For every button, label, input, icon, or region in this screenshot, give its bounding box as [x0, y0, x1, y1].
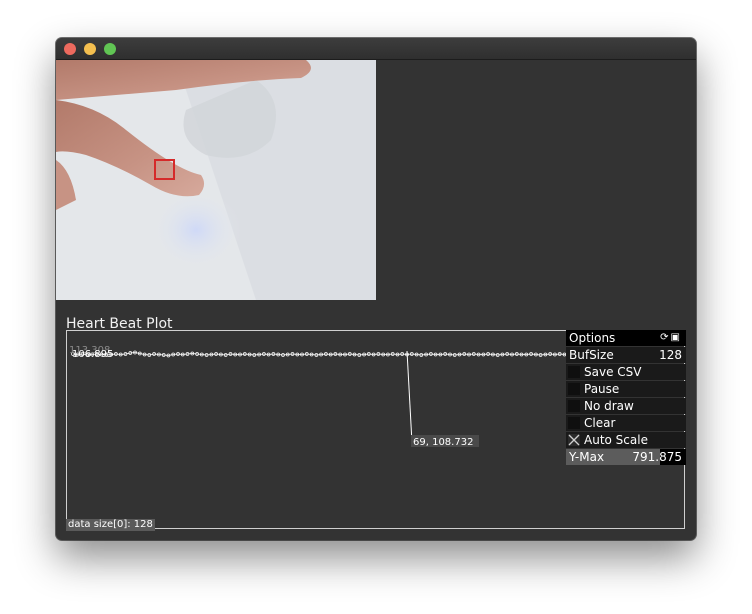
auto-scale-label: Auto Scale	[584, 433, 648, 447]
save-icon[interactable]: ▣	[671, 332, 682, 343]
save-csv-checkbox[interactable]	[568, 366, 580, 378]
options-header: Options ⟳▣	[566, 330, 686, 346]
option-clear[interactable]: Clear	[566, 415, 686, 431]
option-save-csv[interactable]: Save CSV	[566, 364, 686, 380]
y-label-top: 106.895	[72, 349, 113, 360]
no-draw-checkbox[interactable]	[568, 400, 580, 412]
option-auto-scale[interactable]: Auto Scale	[566, 432, 686, 448]
check-x-icon	[568, 434, 580, 446]
ymax-value: 791.875	[632, 450, 682, 464]
clear-label: Clear	[584, 416, 616, 430]
pause-checkbox[interactable]	[568, 383, 580, 395]
clear-checkbox[interactable]	[568, 417, 580, 429]
options-panel: Options ⟳▣ BufSize 128 Save CSV Pause No…	[566, 330, 686, 465]
auto-scale-checkbox[interactable]	[568, 434, 580, 446]
title-bar	[56, 38, 696, 60]
camera-preview	[56, 60, 376, 300]
option-no-draw[interactable]: No draw	[566, 398, 686, 414]
maximize-window-button[interactable]	[104, 43, 116, 55]
ymax-label: Y-Max	[569, 450, 605, 464]
refresh-icon[interactable]: ⟳	[660, 332, 670, 343]
ymax-slider[interactable]: Y-Max 791.875	[566, 449, 686, 465]
bufsize-field[interactable]: BufSize 128	[566, 347, 686, 363]
pause-label: Pause	[584, 382, 620, 396]
data-size-label: data size[0]: 128	[66, 519, 155, 531]
no-draw-label: No draw	[584, 399, 634, 413]
minimize-window-button[interactable]	[84, 43, 96, 55]
bufsize-value[interactable]: 128	[659, 347, 682, 363]
app-window: Heart Beat Plot 113.308 106.895 69, 108.…	[56, 38, 696, 540]
cursor-line	[406, 350, 413, 444]
bufsize-label: BufSize	[569, 348, 614, 362]
option-pause[interactable]: Pause	[566, 381, 686, 397]
close-window-button[interactable]	[64, 43, 76, 55]
save-csv-label: Save CSV	[584, 365, 642, 379]
options-title: Options	[569, 331, 616, 345]
camera-frame	[56, 60, 376, 300]
cursor-label: 69, 108.732	[413, 437, 473, 448]
